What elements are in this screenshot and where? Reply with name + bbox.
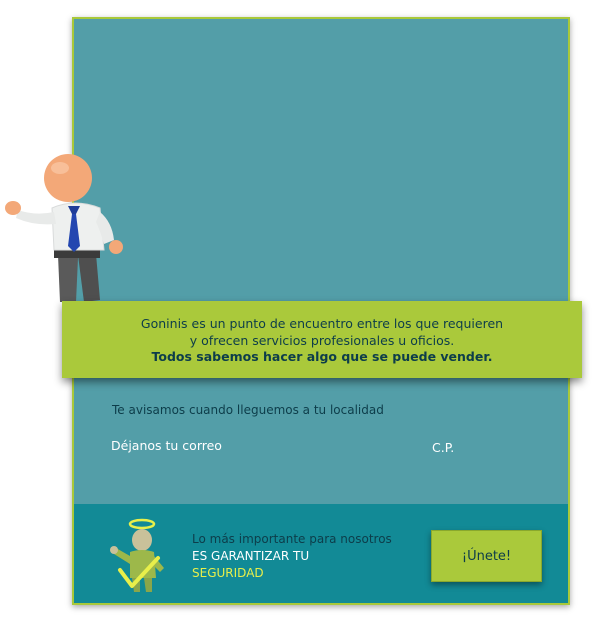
mascot-figure [5, 154, 123, 302]
banner-line-3: Todos sabemos hacer algo que se puede ve… [151, 349, 493, 364]
footer-line-1: Lo más importante para nosotros [192, 532, 392, 546]
join-button[interactable]: ¡Únete! [431, 530, 542, 582]
footer-line-2: ES GARANTIZAR TU [192, 549, 310, 563]
locality-notice: Te avisamos cuando lleguemos a tu locali… [112, 403, 384, 417]
banner-line-1: Goninis es un punto de encuentro entre l… [140, 316, 504, 331]
footer-message: Lo más importante para nosotros ES GARAN… [192, 531, 392, 582]
footer-line-3: SEGURIDAD [192, 566, 264, 580]
intro-banner: Goninis es un punto de encuentro entre l… [62, 301, 582, 378]
angel-mascot-icon [110, 518, 164, 592]
banner-line-2: y ofrecen servicios profesionales u ofic… [189, 332, 455, 348]
postal-code-label: C.P. [432, 440, 455, 455]
email-field-label: Déjanos tu correo [111, 438, 222, 453]
